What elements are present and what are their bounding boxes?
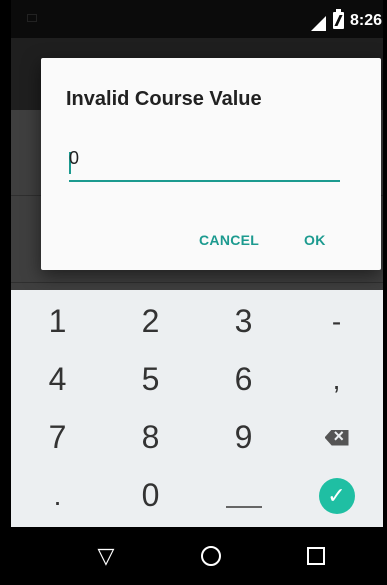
home-circle-icon	[201, 546, 221, 566]
key-delete[interactable]	[290, 408, 383, 467]
space-bar-icon	[225, 505, 262, 508]
home-button[interactable]	[191, 541, 231, 571]
key-3[interactable]: 3	[197, 292, 290, 351]
invalid-value-dialog: Invalid Course Value CANCEL OK	[41, 58, 381, 270]
phone-screen: 8:26 Invalid Course Value CANCEL OK 1 2 …	[11, 0, 383, 585]
course-value-input[interactable]	[69, 148, 340, 169]
signal-icon	[311, 16, 326, 31]
numeric-keyboard: 1 2 3 - 4 5 6 , 7 8 9 . 0 ✓	[11, 290, 383, 527]
notification-icon	[27, 14, 37, 22]
key-4[interactable]: 4	[11, 350, 104, 409]
recents-square-icon	[307, 547, 325, 565]
ok-button[interactable]: OK	[304, 232, 326, 248]
recents-button[interactable]	[296, 541, 336, 571]
key-2[interactable]: 2	[104, 292, 197, 351]
back-triangle-icon: ▽	[97, 543, 115, 568]
back-button[interactable]: ▽	[86, 541, 126, 571]
key-minus[interactable]: -	[290, 292, 383, 351]
cancel-button[interactable]: CANCEL	[199, 232, 259, 248]
key-9[interactable]: 9	[197, 408, 290, 467]
key-6[interactable]: 6	[197, 350, 290, 409]
key-dot[interactable]: .	[11, 466, 104, 525]
key-comma[interactable]: ,	[290, 350, 383, 409]
battery-charging-icon	[333, 9, 344, 29]
course-value-field[interactable]	[69, 146, 340, 182]
key-5[interactable]: 5	[104, 350, 197, 409]
key-1[interactable]: 1	[11, 292, 104, 351]
navigation-bar: ▽	[11, 527, 383, 585]
key-enter[interactable]: ✓	[290, 466, 383, 525]
status-bar: 8:26	[11, 0, 383, 38]
check-icon: ✓	[318, 477, 355, 514]
dialog-title: Invalid Course Value	[66, 88, 262, 110]
key-space[interactable]	[197, 466, 290, 525]
key-8[interactable]: 8	[104, 408, 197, 467]
backspace-icon	[324, 429, 349, 446]
status-clock: 8:26	[350, 12, 383, 29]
key-0[interactable]: 0	[104, 466, 197, 525]
key-7[interactable]: 7	[11, 408, 104, 467]
